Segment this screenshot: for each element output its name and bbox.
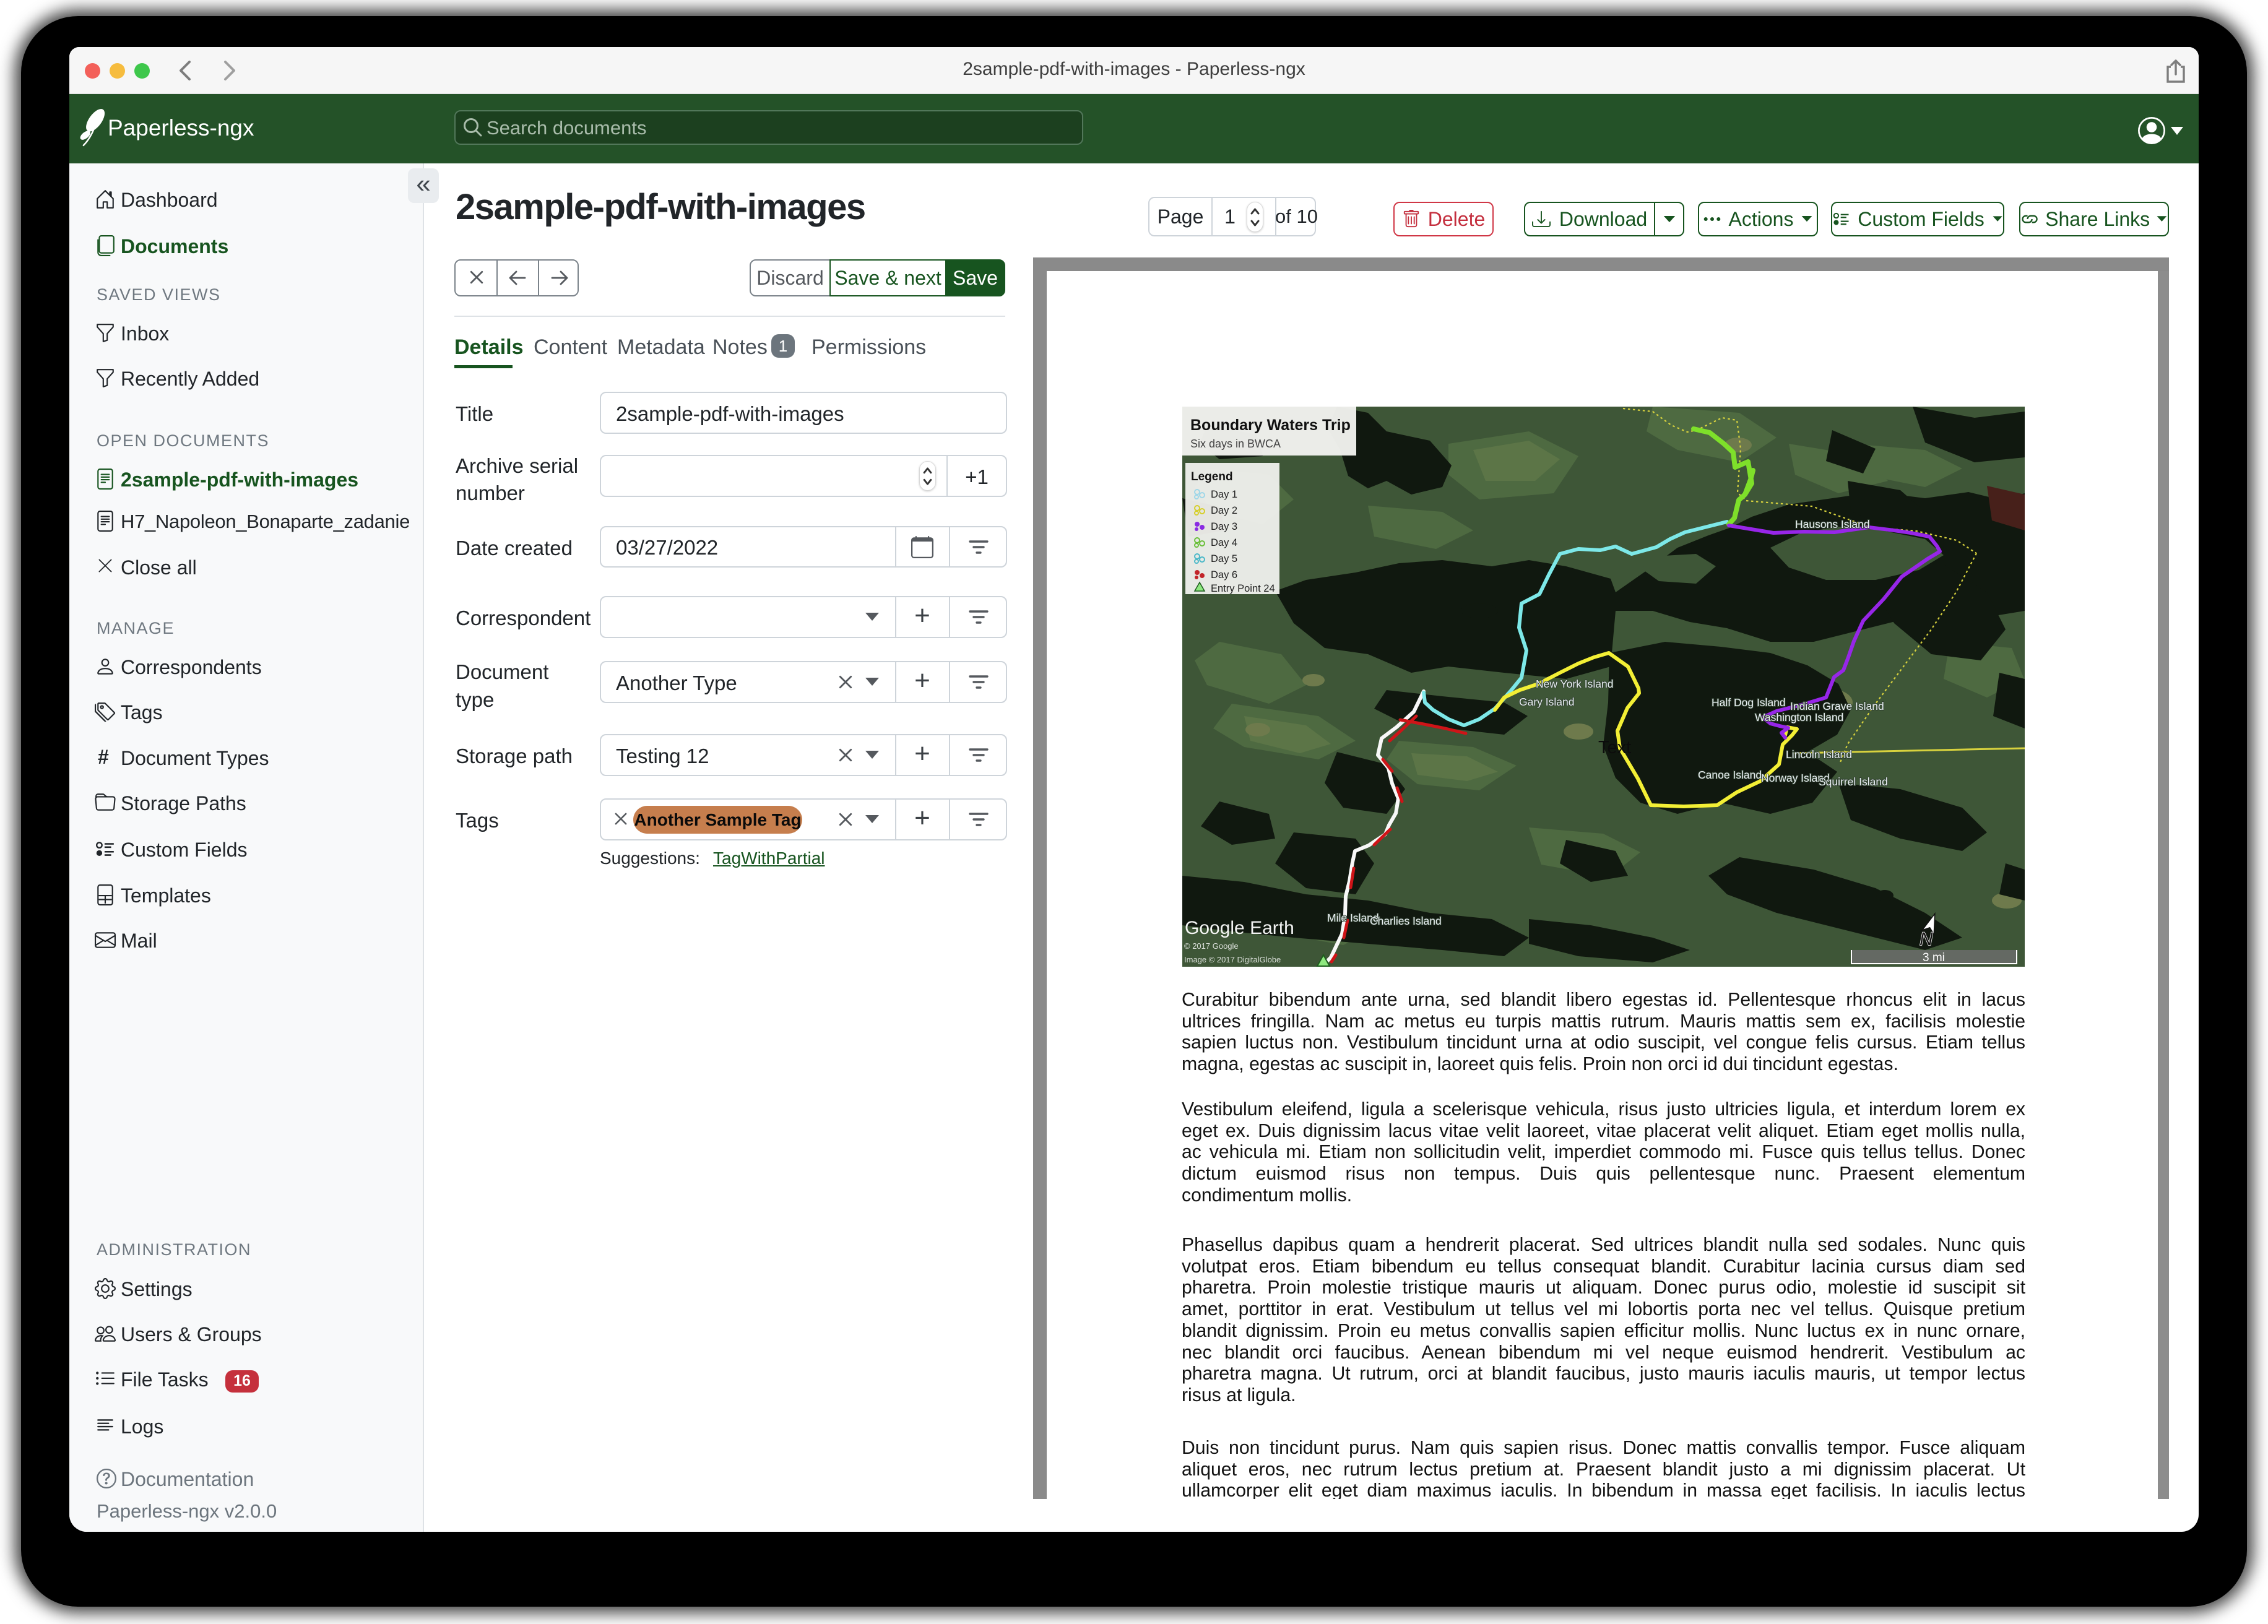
svg-text:Image © 2017 DigitalGlobe: Image © 2017 DigitalGlobe [1184,955,1281,964]
svg-text:Day 6: Day 6 [1211,569,1237,581]
svg-text:Day 1: Day 1 [1211,489,1237,500]
svg-text:Google Earth: Google Earth [1185,918,1294,938]
svg-text:Canoe Island: Canoe Island [1698,769,1762,781]
svg-text:Half Dog Island: Half Dog Island [1712,696,1786,709]
svg-text:Legend: Legend [1191,470,1233,483]
svg-text:3 mi: 3 mi [1923,951,1945,964]
svg-text:Hausons Island: Hausons Island [1795,518,1870,530]
svg-text:Day 4: Day 4 [1211,537,1237,548]
svg-text:Gary Island: Gary Island [1519,696,1574,708]
svg-text:Squirrel Island: Squirrel Island [1819,775,1888,788]
svg-text:© 2017 Google: © 2017 Google [1184,941,1239,951]
svg-text:Day 3: Day 3 [1211,521,1237,532]
svg-text:Washington Island: Washington Island [1755,711,1843,723]
svg-text:Six days in BWCA: Six days in BWCA [1190,438,1281,450]
svg-text:Text: Text [1598,738,1631,758]
svg-text:Boundary Waters Trip: Boundary Waters Trip [1190,417,1351,434]
svg-text:Charlies Island: Charlies Island [1370,915,1442,927]
svg-text:Day 5: Day 5 [1211,553,1237,564]
svg-text:Lincoln Island: Lincoln Island [1786,748,1852,761]
svg-text:Day 2: Day 2 [1211,505,1237,516]
svg-text:N: N [1920,929,1933,949]
svg-text:New York Island: New York Island [1536,678,1614,690]
svg-text:Indian Grave Island: Indian Grave Island [1790,700,1884,712]
svg-text:Entry Point 24: Entry Point 24 [1211,583,1275,594]
